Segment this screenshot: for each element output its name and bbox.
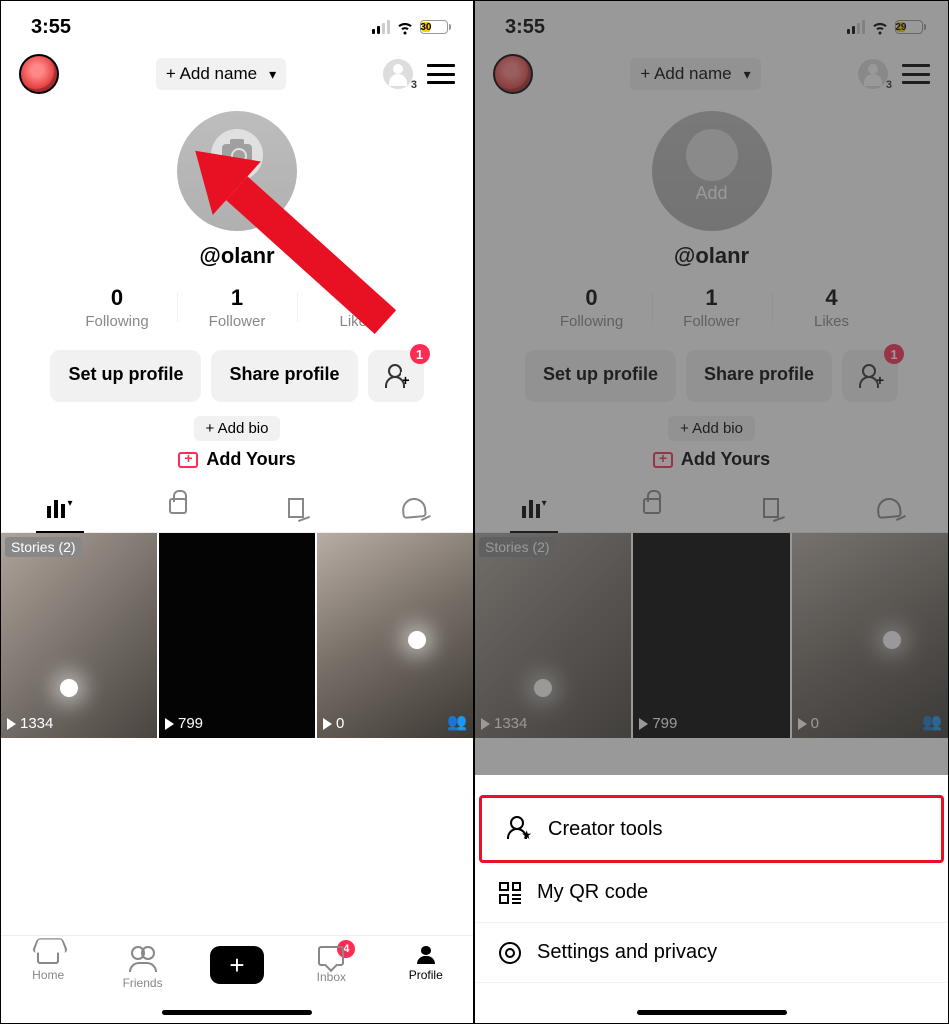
bottom-nav: Home Friends + 4 Inbox Profile — [1, 935, 473, 1023]
video-thumbnail[interactable]: Stories (2) 1334 — [1, 533, 157, 738]
add-bio-button[interactable]: + Add bio — [194, 416, 281, 441]
stats-row: 0Following 1Follower 4Likes — [1, 285, 473, 330]
profile-avatar[interactable]: Add — [177, 111, 297, 231]
video-thumbnail[interactable]: 0 👥 — [317, 533, 473, 738]
heart-hidden-icon — [401, 497, 427, 519]
stat-followers[interactable]: 1Follower — [177, 285, 297, 330]
profile-header: + Add name ▾ 3 — [1, 49, 473, 105]
home-indicator — [162, 1010, 312, 1015]
qr-code-icon — [499, 882, 521, 904]
menu-creator-tools[interactable]: ★ Creator tools — [479, 795, 944, 863]
signal-icon — [372, 20, 390, 34]
nav-home[interactable]: Home — [18, 946, 78, 982]
play-icon — [165, 718, 174, 730]
setup-profile-button[interactable]: Set up profile — [50, 350, 201, 402]
stat-following[interactable]: 0Following — [57, 285, 177, 330]
gear-icon — [499, 942, 521, 964]
play-icon — [323, 718, 332, 730]
stat-likes[interactable]: 4Likes — [297, 285, 417, 330]
screen-right: 3:55 29 + Add name ▾ 3 Add @olanr — [474, 0, 949, 1024]
camera-icon — [222, 144, 252, 166]
status-bar: 3:55 30 — [1, 1, 473, 49]
chevron-down-icon: ▾ — [269, 66, 276, 83]
caret-down-icon: ▾ — [67, 498, 72, 518]
action-row: Set up profile Share profile + 1 — [1, 350, 473, 402]
tab-private[interactable] — [119, 488, 237, 532]
time: 3:55 — [31, 16, 71, 39]
create-icon: + — [210, 946, 264, 984]
add-name-button[interactable]: + Add name ▾ — [156, 58, 286, 90]
bio-section: + Add bio Add Yours — [1, 416, 473, 470]
avatar-section: Add @olanr — [1, 105, 473, 269]
menu-settings-privacy[interactable]: Settings and privacy — [475, 923, 948, 983]
nav-friends[interactable]: Friends — [113, 946, 173, 990]
person-plus-icon: + — [384, 364, 408, 388]
home-indicator — [637, 1010, 787, 1015]
profile-icon — [417, 946, 435, 964]
menu-qr-code[interactable]: My QR code — [475, 863, 948, 923]
settings-menu: ★ Creator tools My QR code Settings and … — [475, 775, 948, 1023]
screen-left: 3:55 30 + Add name ▾ 3 Add — [0, 0, 474, 1024]
add-yours-button[interactable]: Add Yours — [178, 449, 295, 470]
tab-liked[interactable] — [355, 488, 473, 532]
account-switch-button[interactable]: 3 — [383, 59, 413, 89]
add-friends-button[interactable]: + 1 — [368, 350, 424, 402]
nav-inbox[interactable]: 4 Inbox — [301, 946, 361, 984]
video-grid: Stories (2) 1334 799 0 👥 — [1, 533, 473, 738]
creator-tools-icon: ★ — [506, 816, 532, 842]
menu-button[interactable] — [427, 64, 455, 84]
nav-create[interactable]: + — [207, 946, 267, 984]
username: @olanr — [199, 243, 274, 269]
tab-feed[interactable]: ▾ — [1, 488, 119, 532]
play-icon — [7, 718, 16, 730]
repost-icon — [288, 498, 304, 518]
video-thumbnail[interactable]: 799 — [159, 533, 315, 738]
tab-reposts[interactable] — [237, 488, 355, 532]
stories-badge: Stories (2) — [5, 537, 82, 557]
friends-icon — [129, 946, 157, 972]
battery-icon: 30 — [420, 20, 451, 34]
home-icon — [37, 946, 59, 964]
inbox-icon — [318, 946, 344, 966]
add-yours-icon — [178, 452, 198, 468]
share-profile-button[interactable]: Share profile — [211, 350, 357, 402]
feed-icon — [47, 498, 65, 518]
lock-icon — [169, 498, 187, 514]
profile-tabs: ▾ — [1, 488, 473, 533]
story-avatar-icon[interactable] — [19, 54, 59, 94]
multi-person-icon: 👥 — [447, 712, 467, 732]
nav-profile[interactable]: Profile — [396, 946, 456, 982]
wifi-icon — [396, 18, 414, 36]
